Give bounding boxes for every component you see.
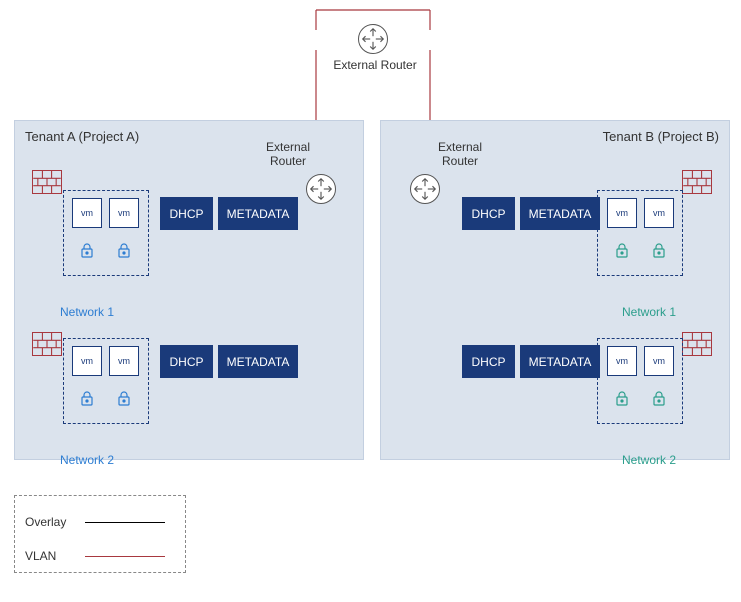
legend-overlay-label: Overlay [25,515,85,529]
lock-icon [651,390,667,406]
metadata-box: METADATA [520,345,600,378]
legend-overlay-line [85,522,165,523]
tenant-a-ext-router-label: External Router [258,140,318,169]
metadata-box: METADATA [218,345,298,378]
external-router-top-label: External Router [325,58,425,72]
lock-icon [651,242,667,258]
vm-box: vm [644,198,674,228]
router-icon-tenant-b [410,174,440,204]
lock-icon [614,390,630,406]
vm-box: vm [109,346,139,376]
vm-box: vm [72,198,102,228]
vm-box: vm [109,198,139,228]
legend-row-vlan: VLAN [25,544,175,568]
vm-box: vm [644,346,674,376]
diagram-canvas: External Router Tenant A (Project A) Ten… [0,0,741,602]
legend-box: Overlay VLAN [14,495,186,573]
firewall-icon [32,332,62,356]
dhcp-box: DHCP [462,345,515,378]
vm-box: vm [72,346,102,376]
router-icon-tenant-a [306,174,336,204]
dhcp-box: DHCP [160,197,213,230]
tenant-b-network-1-label: Network 1 [622,305,676,319]
lock-icon [614,242,630,258]
firewall-icon [682,170,712,194]
legend-vlan-label: VLAN [25,549,85,563]
tenant-b-network-2-label: Network 2 [622,453,676,467]
legend-row-overlay: Overlay [25,510,175,534]
lock-icon [79,242,95,258]
dhcp-box: DHCP [160,345,213,378]
firewall-icon [682,332,712,356]
tenant-b-title: Tenant B (Project B) [603,129,719,144]
firewall-icon [32,170,62,194]
lock-icon [116,242,132,258]
tenant-a-network-1-label: Network 1 [60,305,114,319]
dhcp-box: DHCP [462,197,515,230]
router-icon-top [358,24,388,54]
metadata-box: METADATA [520,197,600,230]
legend-vlan-line [85,556,165,557]
vm-box: vm [607,346,637,376]
metadata-box: METADATA [218,197,298,230]
lock-icon [116,390,132,406]
vm-box: vm [607,198,637,228]
tenant-a-title: Tenant A (Project A) [25,129,139,144]
lock-icon [79,390,95,406]
tenant-a-network-2-label: Network 2 [60,453,114,467]
tenant-b-ext-router-label: External Router [430,140,490,169]
